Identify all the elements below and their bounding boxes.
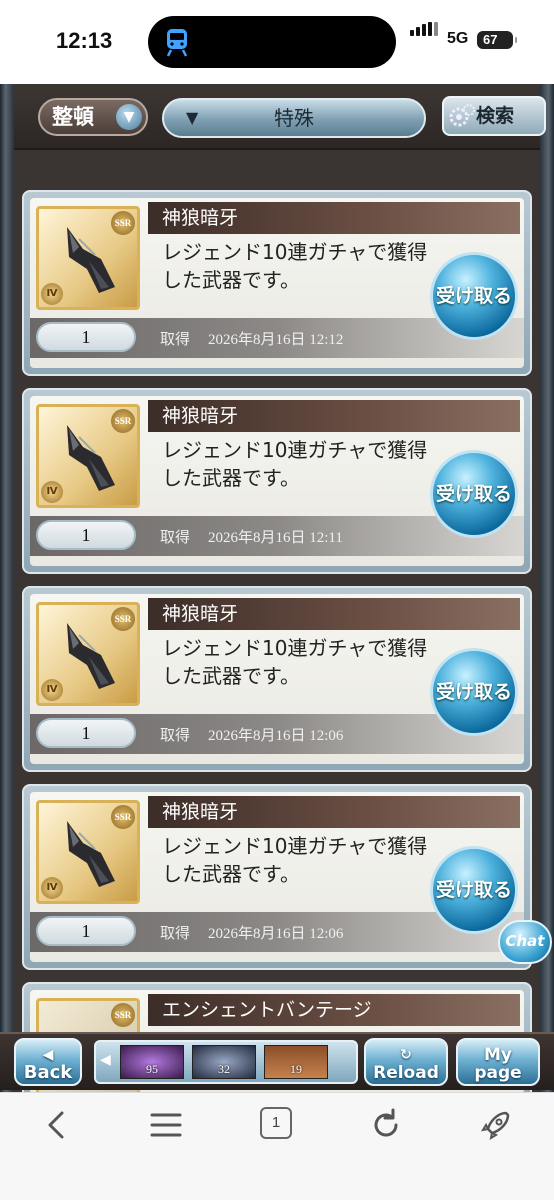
acquired-time: 2026年8月16日 12:06 [208,926,344,942]
game-bottom-nav: ◀ Back ◀ 95 32 19 ↻ Reload My page [0,1032,554,1090]
item-count: 32 [218,1062,230,1076]
acquired-label: 取得 [160,728,191,744]
gift-card-body: SSR Ⅳ 神狼暗牙 レジェンド10連ガチャで獲得した武器です。 1 取得 202… [30,396,524,566]
status-bar: 12:13 5G 67 [0,0,554,84]
gift-name: 神狼暗牙 [148,598,520,630]
weapon-thumbnail[interactable]: SSR Ⅳ [36,404,140,508]
element-icon: Ⅳ [41,481,63,503]
mypage-button[interactable]: My page [456,1038,540,1086]
element-icon: Ⅳ [41,679,63,701]
dynamic-island [148,16,396,68]
gear-icon [449,104,475,127]
gift-card: SSR Ⅳ 神狼暗牙 レジェンド10連ガチャで獲得した武器です。 1 取得 202… [22,388,532,574]
reload-label: Reload [373,1063,439,1083]
item-slot[interactable]: 19 [264,1045,328,1079]
weapon-thumbnail[interactable]: SSR Ⅳ [36,206,140,310]
gift-quantity: 1 [36,322,136,352]
menu-icon[interactable] [146,1105,186,1145]
receive-button[interactable]: 受け取る [430,648,518,736]
gift-card: SSR Ⅳ 神狼暗牙 レジェンド10連ガチャで獲得した武器です。 1 取得 202… [22,784,532,970]
tabs-button[interactable]: 1 [260,1107,292,1139]
mypage-label-line2: page [474,1063,522,1083]
search-label: 検索 [476,105,515,127]
weapon-thumbnail[interactable]: SSR Ⅳ [36,800,140,904]
gift-quantity: 1 [36,916,136,946]
acquired-label: 取得 [160,530,191,546]
filter-label: 特殊 [274,106,314,130]
reload-icon: ↻ [400,1047,412,1063]
gift-card-body: SSR Ⅳ 神狼暗牙 レジェンド10連ガチャで獲得した武器です。 1 取得 202… [30,792,524,962]
gift-quantity: 1 [36,718,136,748]
game-viewport: 整頓 ▼ ▼ 特殊 検索 SSR Ⅳ 神狼暗牙 レジェンド10連ガチャで獲得した… [0,84,554,1092]
gift-card-body: SSR Ⅳ 神狼暗牙 レジェンド10連ガチャで獲得した武器です。 1 取得 202… [30,594,524,764]
refresh-icon[interactable] [366,1105,406,1145]
item-shortcut-bar: ◀ 95 32 19 [94,1040,358,1084]
acquired-info: 取得 2026年8月16日 12:11 [160,526,343,547]
search-button[interactable]: 検索 [442,96,546,136]
receive-button[interactable]: 受け取る [430,450,518,538]
item-slot[interactable]: 32 [192,1045,256,1079]
chat-button[interactable]: Chat [498,920,552,964]
dropdown-triangle-icon: ▼ [186,108,199,127]
rarity-badge: SSR [111,1003,135,1027]
element-icon: Ⅳ [41,283,63,305]
sort-button[interactable]: 整頓 ▼ [38,98,148,136]
back-label: Back [23,1062,73,1083]
gift-name: 神狼暗牙 [148,202,520,234]
receive-button[interactable]: 受け取る [430,252,518,340]
acquired-info: 取得 2026年8月16日 12:06 [160,724,343,745]
weapon-thumbnail[interactable]: SSR Ⅳ [36,602,140,706]
gift-card: SSR Ⅳ 神狼暗牙 レジェンド10連ガチャで獲得した武器です。 1 取得 202… [22,586,532,772]
gift-name: 神狼暗牙 [148,400,520,432]
rarity-badge: SSR [111,607,135,631]
item-count: 95 [146,1062,158,1076]
rocket-icon[interactable] [476,1105,516,1145]
browser-toolbar: 1 [0,1092,554,1200]
gift-name: エンシェントバンテージ [148,994,520,1026]
mypage-label-line1: My [484,1045,512,1065]
gift-list-header: 整頓 ▼ ▼ 特殊 検索 [14,84,546,150]
rarity-badge: SSR [111,805,135,829]
battery-icon: 67 [477,31,517,49]
reload-button[interactable]: ↻ Reload [364,1038,448,1086]
gift-name: 神狼暗牙 [148,796,520,828]
network-type: 5G [447,30,469,47]
acquired-time: 2026年8月16日 12:11 [208,530,343,546]
receive-button[interactable]: 受け取る [430,846,518,934]
sort-label: 整頓 [52,105,94,129]
item-count: 19 [290,1062,302,1076]
gift-card: SSR Ⅳ 神狼暗牙 レジェンド10連ガチャで獲得した武器です。 1 取得 202… [22,190,532,376]
gift-quantity: 1 [36,520,136,550]
gift-description: レジェンド10連ガチャで獲得した武器です。 [162,636,428,688]
back-chevron-icon[interactable] [36,1105,76,1145]
acquired-label: 取得 [160,332,191,348]
acquired-time: 2026年8月16日 12:06 [208,728,344,744]
filter-select[interactable]: ▼ 特殊 [162,98,426,138]
item-slot[interactable]: 95 [120,1045,184,1079]
chevron-left-icon[interactable]: ◀ [100,1052,114,1068]
acquired-info: 取得 2026年8月16日 12:12 [160,328,343,349]
rarity-badge: SSR [111,211,135,235]
acquired-time: 2026年8月16日 12:12 [208,332,344,348]
element-icon: Ⅳ [41,877,63,899]
train-icon [166,29,188,57]
acquired-info: 取得 2026年8月16日 12:06 [160,922,343,943]
gift-card-body: SSR Ⅳ 神狼暗牙 レジェンド10連ガチャで獲得した武器です。 1 取得 202… [30,198,524,368]
acquired-label: 取得 [160,926,191,942]
gift-description: レジェンド10連ガチャで獲得した武器です。 [162,834,428,886]
chevron-down-icon: ▼ [116,104,142,130]
clock: 12:13 [56,28,113,53]
back-button[interactable]: ◀ Back [14,1038,82,1086]
frame-left [0,84,14,1092]
gift-description: レジェンド10連ガチャで獲得した武器です。 [162,438,428,490]
rarity-badge: SSR [111,409,135,433]
gift-description: レジェンド10連ガチャで獲得した武器です。 [162,240,428,292]
